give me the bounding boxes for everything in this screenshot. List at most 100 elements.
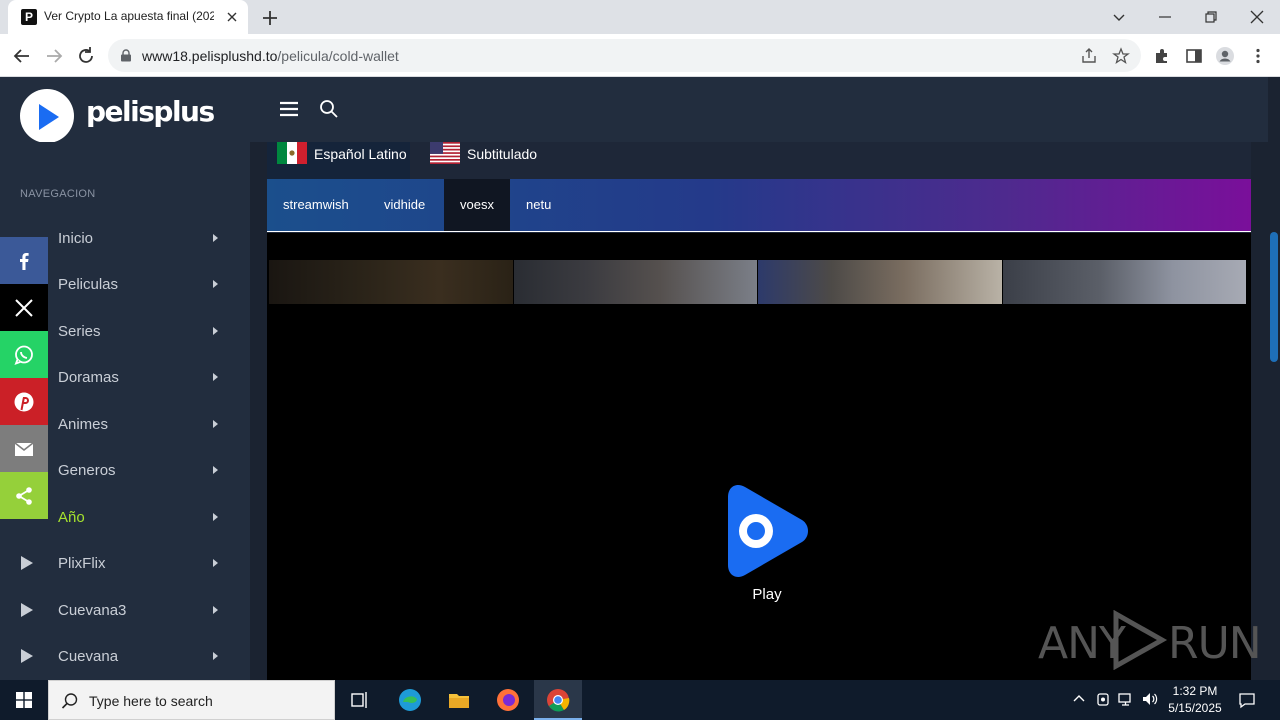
mexico-flag-icon bbox=[277, 142, 307, 164]
site-header: pelisplus bbox=[0, 77, 1268, 143]
sidebar-item-plixflix[interactable]: PlixFlix bbox=[0, 544, 250, 584]
back-arrow-icon[interactable] bbox=[11, 45, 33, 67]
address-bar[interactable]: www18.pelisplushd.to/pelicula/cold-walle… bbox=[108, 39, 1141, 72]
network-icon[interactable] bbox=[1117, 690, 1135, 708]
lock-icon[interactable] bbox=[120, 49, 132, 62]
browser-tabstrip: P Ver Crypto La apuesta final (2025 bbox=[0, 0, 1280, 34]
sidebar-item-label: Peliculas bbox=[58, 276, 119, 293]
sidebar-item-label: PlixFlix bbox=[58, 555, 106, 572]
profile-avatar-icon[interactable] bbox=[1215, 46, 1235, 66]
preview-thumbnail-strip bbox=[269, 260, 1247, 304]
preview-frame bbox=[269, 260, 513, 304]
bookmark-star-icon[interactable] bbox=[1112, 47, 1130, 65]
show-hidden-icons-chevron-icon[interactable] bbox=[1070, 690, 1088, 708]
play-label[interactable]: Play bbox=[722, 586, 812, 603]
facebook-icon bbox=[20, 253, 29, 270]
share-more-button[interactable] bbox=[0, 472, 48, 519]
taskbar-search-box[interactable]: Type here to search bbox=[48, 680, 335, 720]
pinterest-icon bbox=[14, 392, 34, 412]
sidebar-item-cuevana[interactable]: Cuevana bbox=[0, 637, 250, 677]
play-button-icon[interactable] bbox=[720, 483, 810, 579]
notifications-icon[interactable] bbox=[1238, 691, 1256, 709]
chrome-icon bbox=[547, 689, 570, 712]
browser-toolbar: www18.pelisplushd.to/pelicula/cold-walle… bbox=[0, 34, 1280, 77]
volume-icon[interactable] bbox=[1141, 690, 1159, 708]
play-triangle-icon bbox=[21, 649, 33, 663]
taskbar-clock[interactable]: 1:32 PM 5/15/2025 bbox=[1160, 683, 1230, 717]
play-icon bbox=[39, 104, 59, 130]
page-scrollbar[interactable] bbox=[1268, 77, 1280, 680]
share-whatsapp-button[interactable] bbox=[0, 331, 48, 378]
search-icon bbox=[61, 693, 78, 709]
language-tabs: Español Latino Subtitulado bbox=[267, 142, 1251, 179]
x-icon bbox=[15, 299, 33, 317]
anyrun-watermark: ANY RUN bbox=[1038, 608, 1262, 674]
edge-icon bbox=[399, 689, 421, 711]
server-tab-vidhide[interactable]: vidhide bbox=[368, 179, 441, 231]
share-page-icon[interactable] bbox=[1080, 47, 1098, 65]
caret-right-icon bbox=[213, 327, 218, 335]
new-tab-icon[interactable] bbox=[260, 8, 280, 28]
sidebar-item-cuevana3[interactable]: Cuevana3 bbox=[0, 591, 250, 631]
sidebar-item-label: Cuevana3 bbox=[58, 602, 127, 619]
server-tab-netu[interactable]: netu bbox=[510, 179, 567, 231]
site-favicon-icon: P bbox=[21, 9, 37, 25]
sidebar-item-label: Año bbox=[58, 509, 85, 526]
sidebar-item-label: Cuevana bbox=[58, 648, 119, 665]
forward-arrow-icon[interactable] bbox=[43, 45, 65, 67]
tab-title: Ver Crypto La apuesta final (2025 bbox=[44, 9, 214, 23]
share-x-button[interactable] bbox=[0, 284, 48, 331]
more-menu-icon[interactable] bbox=[1248, 46, 1268, 66]
usa-flag-icon bbox=[430, 142, 460, 164]
sidebar-item-label: Doramas bbox=[58, 369, 119, 386]
server-tab-voesx[interactable]: voesx bbox=[444, 179, 510, 231]
browser-tab[interactable]: P Ver Crypto La apuesta final (2025 bbox=[8, 0, 248, 34]
reload-icon[interactable] bbox=[75, 45, 97, 67]
server-tabs: streamwish vidhide voesx netu bbox=[267, 179, 1251, 232]
sidebar-item-label: Series bbox=[58, 323, 101, 340]
play-triangle-icon bbox=[21, 603, 33, 617]
caret-right-icon bbox=[213, 373, 218, 381]
taskbar-firefox[interactable] bbox=[484, 680, 532, 720]
taskbar-edge[interactable] bbox=[386, 680, 434, 720]
minimize-icon[interactable] bbox=[1154, 6, 1176, 28]
tab-search-chevron-icon[interactable] bbox=[1108, 6, 1130, 28]
play-triangle-icon bbox=[21, 556, 33, 570]
logo-play-circle bbox=[20, 89, 74, 143]
tab-subtitulado[interactable]: Subtitulado bbox=[420, 142, 550, 179]
share-pinterest-button[interactable] bbox=[0, 378, 48, 425]
windows-logo-icon bbox=[16, 692, 32, 708]
site-logo[interactable]: pelisplus bbox=[18, 83, 215, 143]
share-facebook-button[interactable] bbox=[0, 237, 48, 284]
caret-right-icon bbox=[213, 234, 218, 242]
security-icon[interactable] bbox=[1094, 690, 1112, 708]
share-email-button[interactable] bbox=[0, 425, 48, 472]
url-path: /pelicula/cold-wallet bbox=[277, 48, 399, 64]
search-icon[interactable] bbox=[319, 99, 339, 119]
close-window-icon[interactable] bbox=[1246, 6, 1268, 28]
clock-date: 5/15/2025 bbox=[1168, 701, 1222, 715]
url-host: www18.pelisplushd.to bbox=[142, 48, 278, 64]
server-tab-streamwish[interactable]: streamwish bbox=[267, 179, 365, 231]
url-text: www18.pelisplushd.to/pelicula/cold-walle… bbox=[142, 48, 399, 64]
extensions-puzzle-icon[interactable] bbox=[1152, 46, 1172, 66]
start-button[interactable] bbox=[0, 680, 48, 720]
clock-time: 1:32 PM bbox=[1172, 684, 1218, 698]
share-icon bbox=[16, 487, 32, 505]
watermark-play-icon bbox=[1113, 610, 1168, 670]
side-panel-icon[interactable] bbox=[1184, 46, 1204, 66]
restore-icon[interactable] bbox=[1200, 6, 1222, 28]
caret-right-icon bbox=[213, 606, 218, 614]
caret-right-icon bbox=[213, 652, 218, 660]
task-view-button[interactable] bbox=[336, 680, 384, 720]
scrollbar-thumb[interactable] bbox=[1270, 232, 1278, 362]
taskbar-file-explorer[interactable] bbox=[435, 680, 483, 720]
close-tab-icon[interactable] bbox=[224, 9, 240, 25]
preview-frame bbox=[758, 260, 1002, 304]
hamburger-menu-icon[interactable] bbox=[278, 99, 300, 119]
taskbar-chrome[interactable] bbox=[534, 680, 582, 720]
caret-right-icon bbox=[213, 420, 218, 428]
site-brand-name: pelisplus bbox=[86, 95, 215, 128]
sidebar-item-label: Generos bbox=[58, 462, 116, 479]
tab-espanol-latino[interactable]: Español Latino bbox=[267, 142, 410, 179]
